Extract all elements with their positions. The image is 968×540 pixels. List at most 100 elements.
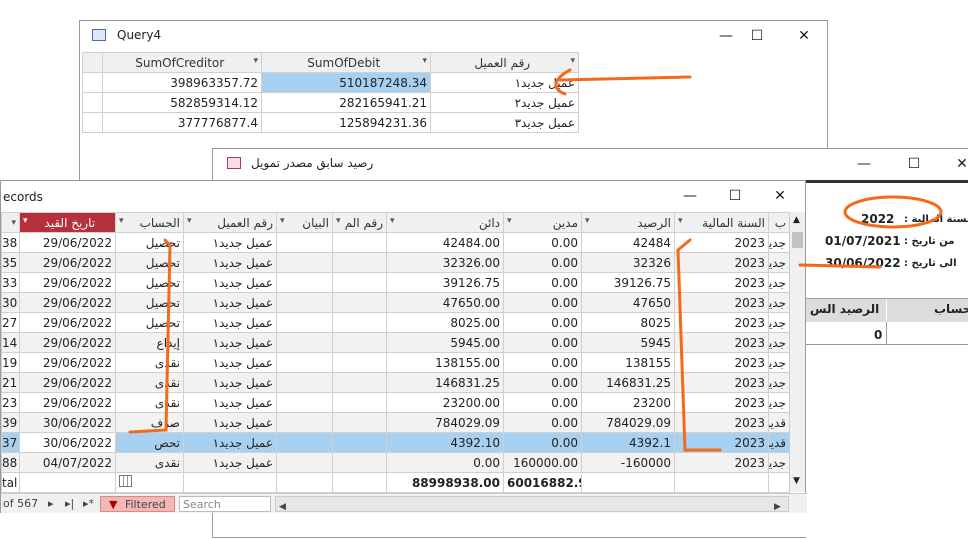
col-header-balance[interactable]: ▾ الرصيد (581, 212, 675, 233)
table-row[interactable]: 21 29/06/2022 نقدى عميل جديد١ 146831.25 0.00 1… (1, 372, 790, 393)
cell-number[interactable] (332, 372, 387, 393)
cell-credit[interactable]: 138155.00 (386, 352, 504, 373)
next-record-icon[interactable]: ▸ (48, 494, 54, 514)
cell-year[interactable]: 2023 (674, 272, 769, 293)
cell-number[interactable] (332, 332, 387, 353)
table-row[interactable]: 38 29/06/2022 تحصيل عميل جديد١ 42484.00 0.00 4… (1, 232, 790, 253)
calendar-icon[interactable] (119, 475, 132, 487)
cell-credit[interactable]: 146831.25 (386, 372, 504, 393)
cell-balance[interactable]: 4392.1 (581, 432, 675, 453)
col-header-date[interactable]: ▾ تاريخ القيد (19, 212, 116, 233)
cell-type[interactable]: جديد (768, 392, 790, 413)
cell-date[interactable]: 29/06/2022 (19, 232, 116, 253)
cell-client[interactable]: عميل جديد٢ (430, 92, 579, 113)
cell-date[interactable]: 29/06/2022 (19, 332, 116, 353)
cell-account[interactable]: تحصيل (115, 272, 184, 293)
cell-client[interactable]: عميل جديد٣ (430, 112, 579, 133)
cell-statement[interactable] (276, 232, 333, 253)
cell-type[interactable]: جديد (768, 312, 790, 333)
cell-credit[interactable]: 582859314.12 (102, 92, 262, 113)
maximize-icon[interactable]: ☐ (746, 25, 768, 47)
cell-id[interactable]: 88 (1, 452, 20, 473)
cell-account[interactable]: تحصيل (115, 292, 184, 313)
cell-client[interactable]: عميل جديد١ (183, 332, 277, 353)
scroll-down-icon[interactable]: ▼ (793, 476, 800, 486)
cell-debit[interactable]: 0.00 (503, 352, 582, 373)
cell-debit[interactable]: 0.00 (503, 412, 582, 433)
cell-debit[interactable]: 282165941.21 (261, 92, 431, 113)
cell-id[interactable]: 38 (1, 232, 20, 253)
cell-credit[interactable]: 784029.09 (386, 412, 504, 433)
cell-type[interactable]: جديد (768, 232, 790, 253)
table-row[interactable]: 23 29/06/2022 نقدى عميل جديد١ 23200.00 0.00 23… (1, 392, 790, 413)
cell-debit[interactable]: 0.00 (503, 292, 582, 313)
table-row[interactable]: 33 29/06/2022 تحصيل عميل جديد١ 39126.75 0.00 3… (1, 272, 790, 293)
cell-type[interactable]: جديد (768, 252, 790, 273)
cell-client[interactable]: عميل جديد١ (183, 452, 277, 473)
col-header-id[interactable]: ▾ (1, 212, 20, 233)
minimize-icon[interactable]: — (679, 185, 701, 207)
cell-credit[interactable]: 377776877.4 (102, 112, 262, 133)
cell-credit[interactable]: 4392.10 (386, 432, 504, 453)
col-header-client[interactable]: ▾ رقم العميل (183, 212, 277, 233)
cell-type[interactable]: جديد (768, 292, 790, 313)
maximize-icon[interactable]: ☐ (724, 185, 746, 207)
cell-account[interactable]: نقدى (115, 372, 184, 393)
cell-balance[interactable]: 39126.75 (581, 272, 675, 293)
cell-balance[interactable]: 47650 (581, 292, 675, 313)
cell-debit[interactable]: 125894231.36 (261, 112, 431, 133)
cell-balance[interactable]: 42484 (581, 232, 675, 253)
cell-client[interactable]: عميل جديد١ (430, 72, 579, 93)
cell-credit[interactable]: 42484.00 (386, 232, 504, 253)
cell-credit[interactable]: 47650.00 (386, 292, 504, 313)
cell-account[interactable]: نقدى (115, 352, 184, 373)
cell-statement[interactable] (276, 372, 333, 393)
cell-credit[interactable]: 398963357.72 (102, 72, 262, 93)
cell-date[interactable]: 30/06/2022 (19, 412, 116, 433)
cell-id[interactable]: 37 (1, 432, 20, 453)
cell-client[interactable]: عميل جديد١ (183, 232, 277, 253)
maximize-icon[interactable]: ☐ (903, 153, 925, 175)
cell-date[interactable]: 29/06/2022 (19, 272, 116, 293)
cell-balance[interactable]: 23200 (581, 392, 675, 413)
cell-statement[interactable] (276, 452, 333, 473)
col-header-sumofdebit[interactable]: SumOfDebit ▾ (261, 52, 431, 73)
table-row[interactable]: 398963357.72 510187248.34 عميل جديد١ (82, 72, 579, 93)
cell-number[interactable] (332, 272, 387, 293)
cell-type[interactable]: جديد (768, 272, 790, 293)
cell-type[interactable]: قديم (768, 432, 790, 453)
cell-account[interactable]: نقدى (115, 392, 184, 413)
cell-credit[interactable]: 5945.00 (386, 332, 504, 353)
cell-balance[interactable]: -160000 (581, 452, 675, 473)
cell-credit[interactable]: 8025.00 (386, 312, 504, 333)
table-row[interactable]: 582859314.12 282165941.21 عميل جديد٢ (82, 92, 579, 113)
horizontal-scrollbar[interactable]: ◀ ▶ (275, 496, 789, 512)
cell-date[interactable]: 29/06/2022 (19, 252, 116, 273)
cell-debit[interactable]: 0.00 (503, 312, 582, 333)
cell-id[interactable]: 27 (1, 312, 20, 333)
cell-client[interactable]: عميل جديد١ (183, 292, 277, 313)
cell-debit[interactable]: 0.00 (503, 252, 582, 273)
cell-id[interactable]: 14 (1, 332, 20, 353)
cell-debit[interactable]: 0.00 (503, 332, 582, 353)
col-header-account[interactable]: ▾ الحساب (115, 212, 184, 233)
table-row[interactable]: 14 29/06/2022 إيداع عميل جديد١ 5945.00 0.00 59… (1, 332, 790, 353)
cell-year[interactable]: 2023 (674, 412, 769, 433)
col-header-credit[interactable]: ▾ دائن (386, 212, 504, 233)
cell-id[interactable]: 19 (1, 352, 20, 373)
cell-account[interactable]: تحصيل (115, 252, 184, 273)
cell-account[interactable]: إيداع (115, 332, 184, 353)
cell-id[interactable]: 39 (1, 412, 20, 433)
cell-balance[interactable]: 32326 (581, 252, 675, 273)
cell-id[interactable]: 30 (1, 292, 20, 313)
cell-balance[interactable]: 8025 (581, 312, 675, 333)
cell-id[interactable]: 35 (1, 252, 20, 273)
cell-id[interactable]: 33 (1, 272, 20, 293)
minimize-icon[interactable]: — (715, 25, 737, 47)
cell-number[interactable] (332, 232, 387, 253)
col-header-sumofcreditor[interactable]: SumOfCreditor ▾ (102, 52, 262, 73)
select-all-cell[interactable] (82, 52, 103, 73)
cell-date[interactable]: 29/06/2022 (19, 352, 116, 373)
cell-date[interactable]: 29/06/2022 (19, 392, 116, 413)
cell-number[interactable] (332, 432, 387, 453)
